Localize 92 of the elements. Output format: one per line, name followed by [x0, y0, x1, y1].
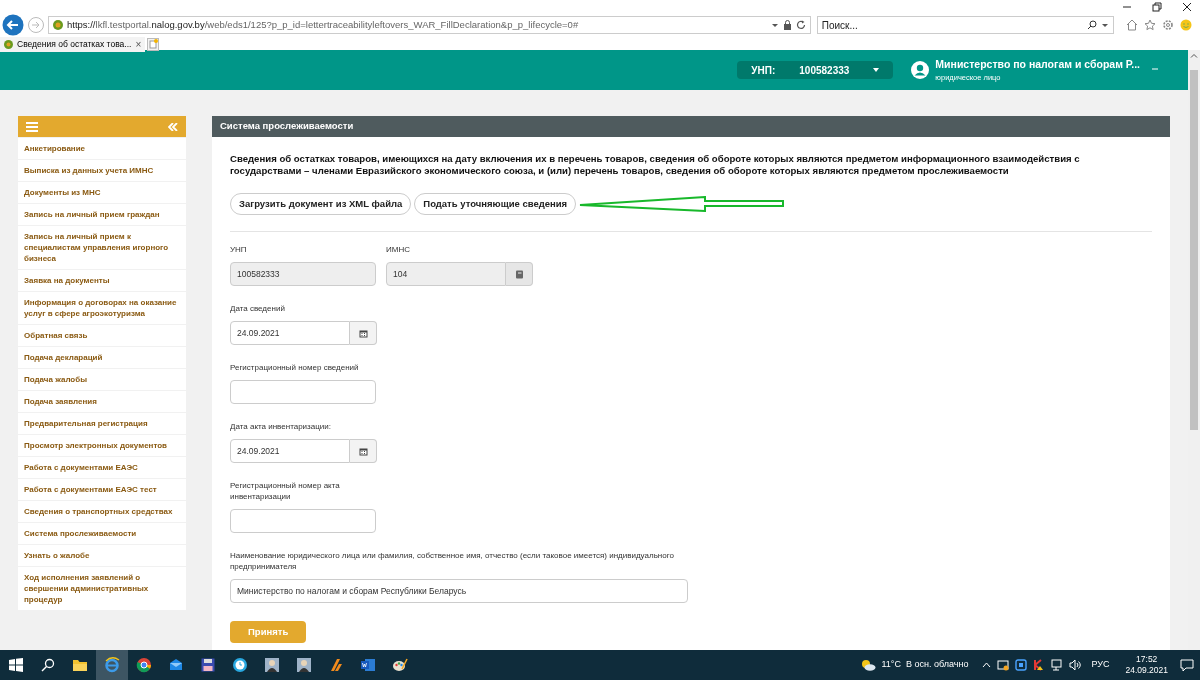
action-button[interactable]: Загрузить документ из XML файла	[230, 193, 412, 215]
page-heading: Сведения об остатках товаров, имеющихся на дату включения их в перечень товаров, сведения об обороте которых являются предметом информационного взаимодействия с государствами – членами Евразийского экономического союза, и (или) перечень товаров, сведения об обороте которых являются предметом прослеживаемости	[230, 153, 1081, 177]
field-label: Регистрационный номер акта инвентаризации	[230, 480, 341, 502]
input-field[interactable]: 24.09.2021	[230, 439, 350, 463]
url-text: https://lkfl.testportal.nalog.gov.by/web/eds1/125?p_p_id=lettertraceabilityleftovers_WAR_FillDeclaration&p_p_lifecycle=0#	[67, 17, 580, 32]
field-label: Регистрационный номер сведений	[230, 362, 360, 373]
windows-icon[interactable]	[8, 657, 24, 673]
mail-icon[interactable]	[168, 657, 184, 673]
input-field[interactable]: 24.09.2021	[230, 321, 350, 345]
avatar-icon[interactable]	[911, 61, 930, 79]
sidebar-item[interactable]: Ход исполнения заявлений о свершении административных процедур	[18, 567, 186, 610]
dropdown-icon[interactable]	[1101, 21, 1109, 29]
sidebar-item[interactable]: Запись на личный прием к специалистам управления игорного бизнеса	[18, 226, 186, 269]
floppy-icon[interactable]	[200, 657, 216, 673]
sidebar-item[interactable]: Заявка на документы	[18, 270, 186, 291]
field-label: Дата сведений	[230, 303, 286, 314]
field-label: Наименование юридического лица или фамилия, собственное имя, отчество (если таковое имеется) индивидуального предпринимателя	[230, 550, 675, 572]
input-field[interactable]	[230, 509, 376, 533]
tab-title: Сведения об остатках това...	[17, 37, 132, 51]
browser-icon[interactable]	[104, 657, 120, 673]
book-button[interactable]	[506, 262, 533, 286]
sidebar-item[interactable]: Работа с документами ЕАЭС	[18, 457, 186, 478]
sidebar-item[interactable]: Просмотр электронных документов	[18, 435, 186, 456]
search-field[interactable]: Поиск...	[816, 16, 1114, 34]
sidebar-item[interactable]: Анкетирование	[18, 138, 186, 159]
weather-text: 11°C В осн. облачно	[881, 658, 969, 672]
star-icon[interactable]	[1144, 19, 1156, 31]
figure-icon[interactable]	[264, 657, 280, 673]
browser-tab[interactable]: Сведения об остатках това... ×	[0, 36, 146, 52]
word-icon[interactable]	[360, 657, 376, 673]
volume-icon[interactable]	[1069, 659, 1082, 671]
input-field[interactable]	[230, 380, 376, 404]
language-indicator[interactable]: РУС	[1091, 658, 1110, 672]
scrollbar-thumb[interactable]	[1190, 70, 1198, 430]
book-icon	[514, 269, 524, 279]
field-label: ИМНС	[386, 244, 411, 255]
sidebar-item[interactable]: Работа с документами ЕАЭС тест	[18, 479, 186, 500]
panel-title: Система прослеживаемости	[212, 116, 1170, 137]
calendar-button[interactable]	[350, 439, 377, 463]
network-icon[interactable]	[1051, 659, 1064, 671]
calendar-button[interactable]	[350, 321, 377, 345]
weather-icon	[859, 659, 876, 671]
sidebar-item[interactable]: Информация о договорах на оказание услуг в сфере агроэкотуризма	[18, 292, 186, 324]
refresh-icon[interactable]	[795, 20, 806, 30]
field-label: УНП	[230, 244, 248, 255]
unp-label: УНП:	[751, 63, 776, 78]
search-input[interactable]: Поиск...	[821, 17, 1083, 33]
calendar-icon	[358, 328, 368, 338]
unp-value: 100582333	[799, 63, 850, 78]
calendar-icon	[358, 446, 368, 456]
notification-icon[interactable]	[1180, 658, 1194, 672]
site-icon	[4, 39, 13, 49]
palette-icon[interactable]	[392, 657, 408, 673]
figure-icon[interactable]	[296, 657, 312, 673]
caret-icon	[873, 68, 880, 72]
address-bar[interactable]: https://lkfl.testportal.nalog.gov.by/web/eds1/125?p_p_id=lettertraceabilityleftovers_WAR_FillDeclaration&p_p_lifecycle=0#	[48, 16, 811, 34]
tray-app-icon[interactable]	[1015, 659, 1028, 671]
dropdown-icon[interactable]	[770, 21, 779, 29]
sidebar-item[interactable]: Подача деклараций	[18, 347, 186, 368]
settings-icon[interactable]	[1162, 19, 1174, 31]
site-icon	[53, 20, 63, 30]
sidebar-item[interactable]: Запись на личный прием граждан	[18, 204, 186, 225]
action-button[interactable]: Подать уточняющие сведения	[414, 193, 577, 215]
input-field[interactable]: Министерство по налогам и сборам Республики Беларусь	[230, 579, 688, 603]
sidebar-item[interactable]: Обратная связь	[18, 325, 186, 346]
search-icon[interactable]	[1087, 20, 1097, 30]
restore-icon[interactable]	[1152, 2, 1162, 12]
clock-time[interactable]: 17:52	[1136, 654, 1158, 665]
sidebar-item[interactable]: Выписка из данных учета ИМНС	[18, 160, 186, 181]
sidebar-item[interactable]: Узнать о жалобе	[18, 545, 186, 566]
unp-selector[interactable]: УНП: 100582333	[737, 61, 894, 79]
close-icon[interactable]	[1182, 2, 1192, 12]
folder-icon[interactable]	[72, 657, 88, 673]
sidebar-item[interactable]: Документы из МНС	[18, 182, 186, 203]
clock-date[interactable]: 24.09.2021	[1125, 665, 1168, 676]
chevron-up-icon[interactable]	[982, 662, 992, 668]
field-label: Дата акта инвентаризации:	[230, 421, 332, 432]
chrome-icon[interactable]	[136, 657, 152, 673]
back-button[interactable]	[2, 14, 24, 36]
lock-icon	[782, 20, 792, 30]
clock-badge-icon[interactable]	[232, 657, 248, 673]
sidebar-item[interactable]: Подача заявления	[18, 391, 186, 412]
tab-close-button[interactable]: ×	[135, 36, 142, 52]
home-icon[interactable]	[1126, 19, 1138, 31]
sidebar-item[interactable]: Система прослеживаемости	[18, 523, 186, 544]
sidebar-item[interactable]: Предварительная регистрация	[18, 413, 186, 434]
sidebar-item[interactable]: Подача жалобы	[18, 369, 186, 390]
user-name[interactable]: Министерство по налогам и сборам Р...	[935, 56, 1140, 73]
search-icon[interactable]	[40, 657, 56, 673]
sidebar-item[interactable]: Сведения о транспортных средствах	[18, 501, 186, 522]
antivirus-icon[interactable]	[1033, 659, 1046, 671]
chevron-logo-icon[interactable]	[328, 657, 344, 673]
